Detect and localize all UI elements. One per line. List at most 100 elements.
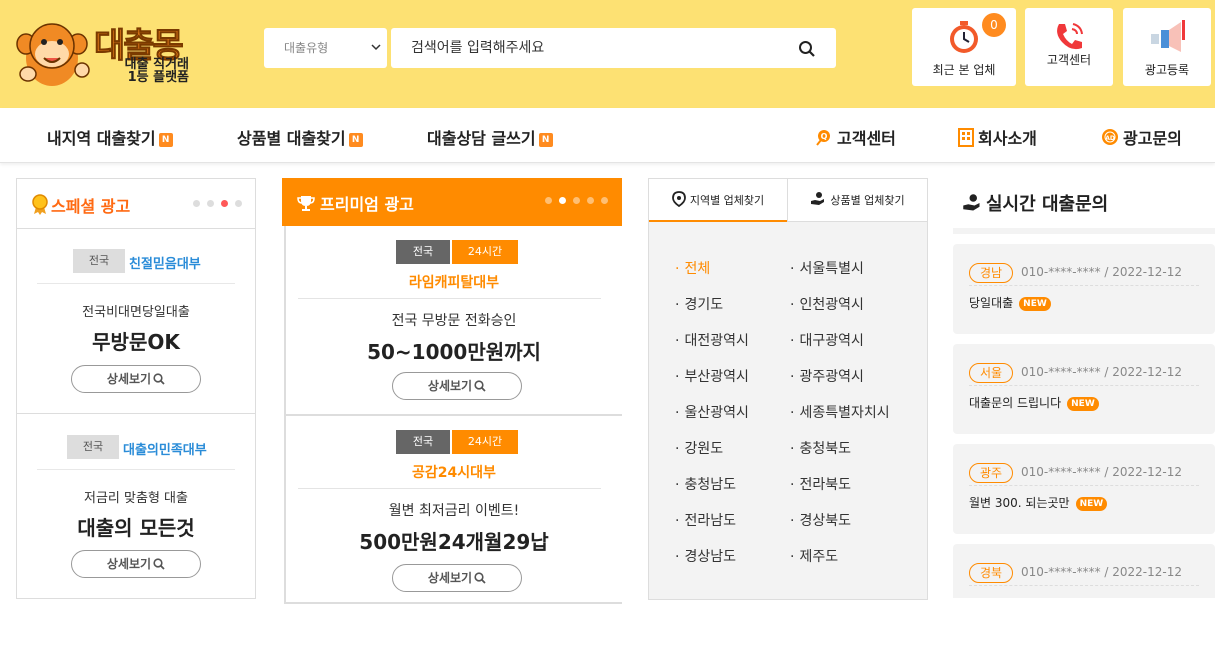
new-badge: NEW xyxy=(1067,397,1099,411)
region-link[interactable]: 경상북도 xyxy=(790,510,851,530)
region-link[interactable]: 경기도 xyxy=(675,294,723,314)
ad-headline: 무방문OK xyxy=(92,330,180,354)
region-link[interactable]: 경상남도 xyxy=(675,546,736,566)
ad-description: 저금리 맞춤형 대출 xyxy=(84,491,188,506)
region-link[interactable]: 충청남도 xyxy=(675,474,736,494)
region-link[interactable]: 서울특별시 xyxy=(790,258,863,278)
loan-type-select[interactable]: 대출유형 xyxy=(264,28,387,68)
divider xyxy=(298,488,601,489)
inquiry-message-text: 당일대출 xyxy=(969,296,1014,310)
premium-ads-panel: 프리미엄 광고 전국 24시간 라임캐피탈대부 전국 무방문 전화승인 50~1… xyxy=(282,178,622,604)
ad-headline: 500만원24개월29납 xyxy=(359,530,549,554)
detail-button[interactable]: 상세보기 xyxy=(71,550,201,578)
list-item[interactable]: 서울 010-****-**** / 2022-12-12 대출문의 드립니다 N… xyxy=(953,344,1215,434)
realtime-inquiry-title-text: 실시간 대출문의 xyxy=(986,194,1109,215)
area-tag: 전국 xyxy=(67,435,119,459)
nav-company-intro[interactable]: 회사소개 xyxy=(957,125,1037,149)
new-badge: N xyxy=(348,133,363,147)
nav-customer-center[interactable]: Q 고객센터 xyxy=(814,125,896,149)
new-badge: N xyxy=(158,133,173,147)
premium-ads-pager xyxy=(545,197,608,204)
recent-viewed-button[interactable]: 0 최근 본 업체 xyxy=(912,8,1016,86)
special-ads-pager xyxy=(193,200,242,207)
company-name[interactable]: 대출의민족대부 xyxy=(123,439,207,458)
company-name[interactable]: 공감24시대부 xyxy=(286,462,622,482)
customer-center-button[interactable]: 고객센터 xyxy=(1025,8,1113,86)
search-input[interactable] xyxy=(391,28,771,68)
pager-dot-active[interactable] xyxy=(221,200,228,207)
list-item[interactable]: 경북 010-****-**** / 2022-12-12 xyxy=(953,544,1215,598)
ad-description: 전국비대면당일대출 xyxy=(82,305,190,320)
ad-register-button[interactable]: 광고등록 xyxy=(1123,8,1211,86)
special-ad-card[interactable]: 전국 대출의민족대부 저금리 맞춤형 대출 대출의 모든것 상세보기 xyxy=(17,414,255,599)
recent-count-badge: 0 xyxy=(982,13,1006,37)
detail-button[interactable]: 상세보기 xyxy=(392,564,522,592)
divider xyxy=(37,469,235,470)
search-icon[interactable] xyxy=(798,40,816,58)
detail-button-label: 상세보기 xyxy=(106,372,152,386)
nav-consult-write[interactable]: 대출상담 글쓰기 N xyxy=(427,125,553,149)
region-link[interactable]: 강원도 xyxy=(675,438,723,458)
region-link[interactable]: 대전광역시 xyxy=(675,330,748,350)
ad-gear-icon: AD xyxy=(1102,129,1118,145)
premium-ad-card[interactable]: 전국 24시간 공감24시대부 월변 최저금리 이벤트! 500만원24개월29… xyxy=(284,416,622,604)
logo-subtitle-line2: 1등 플랫폼 xyxy=(127,70,189,85)
region-link[interactable]: 전체 xyxy=(675,258,710,278)
detail-button[interactable]: 상세보기 xyxy=(71,365,201,393)
new-badge: NEW xyxy=(1075,497,1108,511)
search-icon xyxy=(153,373,165,385)
new-badge: NEW xyxy=(1019,297,1051,311)
realtime-inquiry-list[interactable]: 경남 010-****-**** / 2022-12-12 당일대출 NEW 서울… xyxy=(953,228,1215,598)
premium-ad-card[interactable]: 전국 24시간 라임캐피탈대부 전국 무방문 전화승인 50~1000만원까지 … xyxy=(284,226,622,416)
special-ad-card[interactable]: 전국 친절믿음대부 전국비대면당일대출 무방문OK 상세보기 xyxy=(17,229,255,414)
divider xyxy=(969,285,1199,286)
region-link[interactable]: 전라북도 xyxy=(790,474,851,494)
region-link[interactable]: 인천광역시 xyxy=(790,294,863,314)
special-ads-title: 스페셜 광고 xyxy=(51,197,131,216)
inquiry-meta: 010-****-**** / 2022-12-12 xyxy=(1021,465,1182,479)
hand-coin-icon xyxy=(811,192,825,205)
nav-product-loan-label: 상품별 대출찾기 xyxy=(237,129,346,148)
area-tag: 전국 xyxy=(396,240,450,264)
svg-text:Q: Q xyxy=(821,132,828,141)
region-link[interactable]: 세종특별자치시 xyxy=(790,402,889,422)
region-link[interactable]: 전라남도 xyxy=(675,510,736,530)
pager-dot[interactable] xyxy=(601,197,608,204)
detail-button[interactable]: 상세보기 xyxy=(392,372,522,400)
logo-subtitle: 대출 직거래 1등 플랫폼 xyxy=(109,58,189,84)
region-link[interactable]: 울산광역시 xyxy=(675,402,748,422)
recent-viewed-label: 최근 본 업체 xyxy=(932,63,996,77)
region-link[interactable]: 광주광역시 xyxy=(790,366,863,386)
site-logo[interactable]: 대출몽 대출 직거래 1등 플랫폼 xyxy=(14,8,194,92)
inquiry-message: 대출문의 드립니다 NEW xyxy=(969,394,1099,411)
nav-product-loan[interactable]: 상품별 대출찾기 N xyxy=(237,125,363,149)
company-name[interactable]: 친절믿음대부 xyxy=(129,253,201,272)
pager-dot[interactable] xyxy=(207,200,214,207)
nav-local-loan[interactable]: 내지역 대출찾기 N xyxy=(47,125,173,149)
search-bar xyxy=(391,28,836,68)
tab-product-finder[interactable]: 상품별 업체찾기 xyxy=(787,179,927,222)
pager-dot[interactable] xyxy=(573,197,580,204)
region-link[interactable]: 충청북도 xyxy=(790,438,851,458)
chevron-down-icon xyxy=(371,44,381,51)
pager-dot-active[interactable] xyxy=(559,197,566,204)
list-item[interactable]: 광주 010-****-**** / 2022-12-12 월변 300. 되는… xyxy=(953,444,1215,534)
inquiry-meta: 010-****-**** / 2022-12-12 xyxy=(1021,265,1182,279)
nav-ad-inquiry[interactable]: AD 광고문의 xyxy=(1100,125,1182,149)
pager-dot[interactable] xyxy=(587,197,594,204)
company-name[interactable]: 라임캐피탈대부 xyxy=(286,272,622,292)
divider xyxy=(969,385,1199,386)
region-link[interactable]: 제주도 xyxy=(790,546,838,566)
hand-coin-icon xyxy=(963,194,980,211)
region-link[interactable]: 부산광역시 xyxy=(675,366,748,386)
pager-dot[interactable] xyxy=(235,200,242,207)
tab-region-finder[interactable]: 지역별 업체찾기 xyxy=(649,179,787,222)
premium-ads-title: 프리미엄 광고 xyxy=(320,195,414,214)
pager-dot[interactable] xyxy=(193,200,200,207)
pager-dot[interactable] xyxy=(545,197,552,204)
ad-headline: 50~1000만원까지 xyxy=(367,340,541,364)
building-icon xyxy=(958,128,974,147)
region-link[interactable]: 대구광역시 xyxy=(790,330,863,350)
list-item[interactable]: 경남 010-****-**** / 2022-12-12 당일대출 NEW xyxy=(953,244,1215,334)
nav-local-loan-label: 내지역 대출찾기 xyxy=(47,129,156,148)
